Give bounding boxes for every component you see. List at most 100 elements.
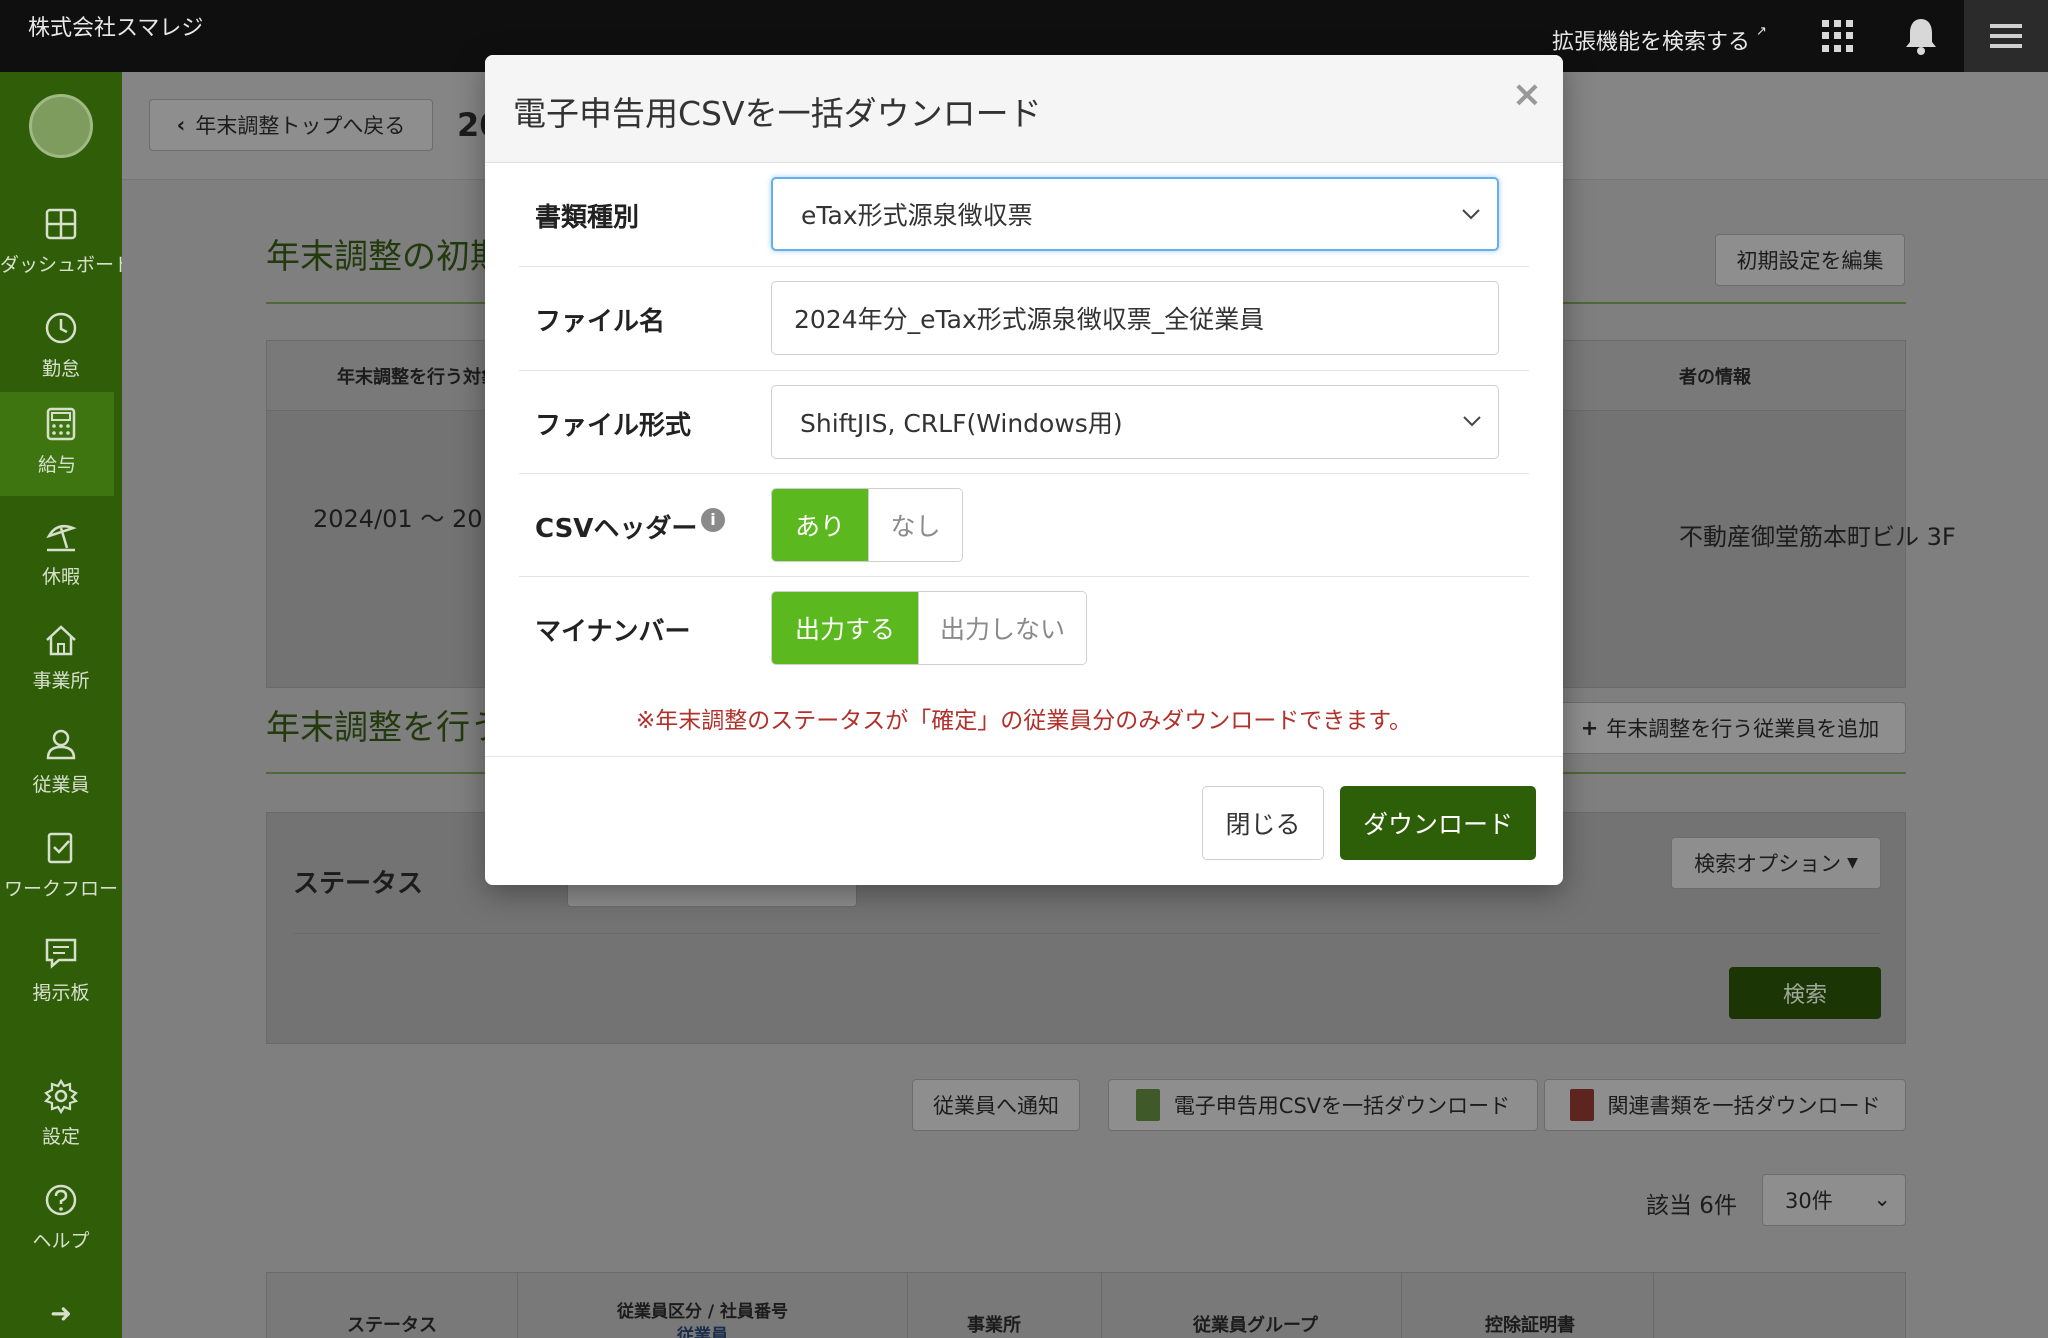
- filename-row: ファイル名 2024年分_eTax形式源泉徴収票_全従業員: [519, 267, 1529, 371]
- sidebar-item-attendance[interactable]: 勤怠: [0, 296, 122, 400]
- period-text: 2024/01 ～ 20: [313, 505, 483, 533]
- avatar[interactable]: [29, 94, 93, 158]
- search-button[interactable]: 検索: [1729, 967, 1881, 1019]
- results-table-header: ステータス 従業員区分 / 社員番号 従業員 事業所 従業員グループ 控除証明書: [266, 1272, 1906, 1338]
- col-employee-type[interactable]: 従業員区分 / 社員番号: [617, 1297, 788, 1322]
- bulk-csv-download-modal: 電子申告用CSVを一括ダウンロード × 書類種別 eTax形式源泉徴収票 ファイ…: [485, 55, 1563, 885]
- sidebar-item-settings[interactable]: 設定: [0, 1064, 122, 1168]
- sidebar-item-dashboard[interactable]: ダッシュボード: [0, 192, 134, 296]
- close-icon[interactable]: ×: [1509, 77, 1545, 113]
- workflow-icon: [47, 832, 73, 864]
- csv-header-off-option[interactable]: なし: [868, 489, 962, 561]
- add-employee-button[interactable]: + 年末調整を行う従業員を追加: [1554, 702, 1906, 754]
- sidebar-item-help[interactable]: ヘルプ: [0, 1168, 122, 1272]
- calculator-icon: [46, 407, 76, 441]
- filename-label: ファイル名: [535, 307, 666, 337]
- close-button[interactable]: 閉じる: [1202, 786, 1324, 860]
- col-deduction-certificate: 控除証明書: [1485, 1315, 1575, 1336]
- clock-icon: [45, 312, 77, 344]
- section-initial-settings-title: 年末調整の初期: [266, 237, 504, 277]
- info-icon[interactable]: i: [701, 508, 725, 532]
- external-link-icon: ↗: [1756, 24, 1767, 39]
- sidebar-item-label: ダッシュボード: [0, 254, 134, 276]
- sidebar-item-workflow[interactable]: ワークフロー: [0, 816, 122, 920]
- sidebar-item-label: 事業所: [32, 670, 90, 692]
- mynumber-toggle: 出力する 出力しない: [771, 591, 1087, 665]
- home-icon: [46, 625, 76, 656]
- mynumber-no-output-option[interactable]: 出力しない: [918, 592, 1086, 664]
- doc-type-label: 書類種別: [535, 203, 640, 233]
- extension-search-label: 拡張機能を検索する: [1552, 30, 1751, 55]
- mynumber-output-option[interactable]: 出力する: [772, 592, 918, 664]
- sidebar: ダッシュボード 勤怠 給与 休暇 事業所 従業員 ワークフロー 掲示板 設定 ヘ…: [0, 72, 134, 1338]
- pdf-file-icon: [1569, 1089, 1594, 1121]
- sidebar-item-label: 設定: [41, 1126, 80, 1148]
- gear-icon: [43, 1078, 79, 1114]
- section-employees-title: 年末調整を行う: [266, 708, 504, 748]
- apps-grid-icon[interactable]: [1822, 20, 1854, 52]
- bell-icon[interactable]: [1904, 16, 1938, 56]
- search-options-button[interactable]: 検索オプション ▼: [1671, 837, 1881, 889]
- modal-footer: 閉じる ダウンロード: [485, 756, 1563, 885]
- sidebar-item-label: 休暇: [41, 566, 80, 588]
- sidebar-item-label: 給与: [37, 454, 76, 476]
- mynumber-row: マイナンバー 出力する 出力しない: [519, 577, 1529, 679]
- edit-settings-button[interactable]: 初期設定を編集: [1715, 234, 1905, 286]
- hamburger-menu-icon[interactable]: [1964, 0, 2048, 72]
- sidebar-item-employees[interactable]: 従業員: [0, 712, 122, 816]
- sidebar-item-label: 従業員: [32, 774, 90, 796]
- csv-header-row: CSVヘッダー i あり なし: [519, 474, 1529, 577]
- filename-input[interactable]: 2024年分_eTax形式源泉徴収票_全従業員: [771, 281, 1499, 355]
- result-count: 該当 6件: [1646, 1193, 1737, 1219]
- sidebar-item-label: ヘルプ: [32, 1230, 90, 1252]
- csv-file-icon: [1135, 1089, 1160, 1121]
- sidebar-expand-arrow-icon[interactable]: ➜: [0, 1290, 122, 1338]
- chevron-left-icon: ‹: [176, 113, 186, 137]
- plus-icon: +: [1580, 716, 1599, 740]
- sidebar-item-office[interactable]: 事業所: [0, 608, 122, 712]
- sidebar-item-label: ワークフロー: [3, 878, 118, 900]
- caret-down-icon: ▼: [1847, 855, 1858, 871]
- mynumber-label: マイナンバー: [535, 617, 691, 647]
- user-icon: [46, 729, 76, 760]
- doc-type-row: 書類種別 eTax形式源泉徴収票: [519, 163, 1529, 267]
- csv-bulk-download-button[interactable]: 電子申告用CSVを一括ダウンロード: [1108, 1079, 1538, 1131]
- col-employee[interactable]: 従業員: [677, 1321, 728, 1338]
- company-name: 株式会社スマレジ: [28, 16, 204, 41]
- csv-header-on-option[interactable]: あり: [772, 489, 868, 561]
- help-icon: [45, 1184, 77, 1216]
- sidebar-item-label: 勤怠: [41, 358, 80, 380]
- beach-umbrella-icon: [46, 525, 77, 552]
- table-header-target: 年末調整を行う対象: [337, 367, 499, 388]
- dashboard-icon: [45, 208, 77, 240]
- download-button[interactable]: ダウンロード: [1340, 786, 1536, 860]
- download-notice: ※年末調整のステータスが「確定」の従業員分のみダウンロードできます。: [636, 708, 1412, 734]
- back-to-top-button[interactable]: ‹ 年末調整トップへ戻る: [149, 99, 433, 151]
- table-header-info: 者の情報: [1679, 367, 1751, 388]
- notify-employees-button[interactable]: 従業員へ通知: [912, 1079, 1080, 1131]
- per-page-select[interactable]: 30件 ⌄: [1762, 1174, 1906, 1226]
- csv-header-toggle: あり なし: [771, 488, 963, 562]
- chevron-down-icon: ⌄: [1873, 1187, 1891, 1211]
- modal-header: 電子申告用CSVを一括ダウンロード ×: [485, 55, 1563, 163]
- extension-search-link[interactable]: 拡張機能を検索する ↗: [1552, 24, 1767, 56]
- doc-type-select[interactable]: eTax形式源泉徴収票: [771, 177, 1499, 251]
- col-status: ステータス: [347, 1315, 437, 1336]
- status-label: ステータス: [293, 869, 424, 899]
- sidebar-item-vacation[interactable]: 休暇: [0, 504, 122, 608]
- file-format-value: ShiftJIS, CRLF(Windows用): [800, 409, 1123, 438]
- address-text: 不動産御堂筋本町ビル 3F: [1679, 523, 1956, 551]
- file-format-select[interactable]: ShiftJIS, CRLF(Windows用): [771, 385, 1499, 459]
- csv-header-label: CSVヘッダー: [535, 514, 698, 544]
- sidebar-item-board[interactable]: 掲示板: [0, 920, 122, 1024]
- sidebar-item-label: 掲示板: [32, 982, 90, 1004]
- col-employee-group: 従業員グループ: [1193, 1315, 1318, 1336]
- message-board-icon: [45, 938, 77, 969]
- filename-value: 2024年分_eTax形式源泉徴収票_全従業員: [794, 305, 1265, 334]
- file-format-label: ファイル形式: [535, 411, 692, 441]
- pdf-bulk-download-button[interactable]: 関連書類を一括ダウンロード: [1544, 1079, 1906, 1131]
- modal-title: 電子申告用CSVを一括ダウンロード: [513, 94, 1042, 133]
- sidebar-item-payroll[interactable]: 給与: [0, 392, 114, 496]
- chevron-down-icon: [1462, 209, 1480, 220]
- doc-type-value: eTax形式源泉徴収票: [801, 201, 1033, 230]
